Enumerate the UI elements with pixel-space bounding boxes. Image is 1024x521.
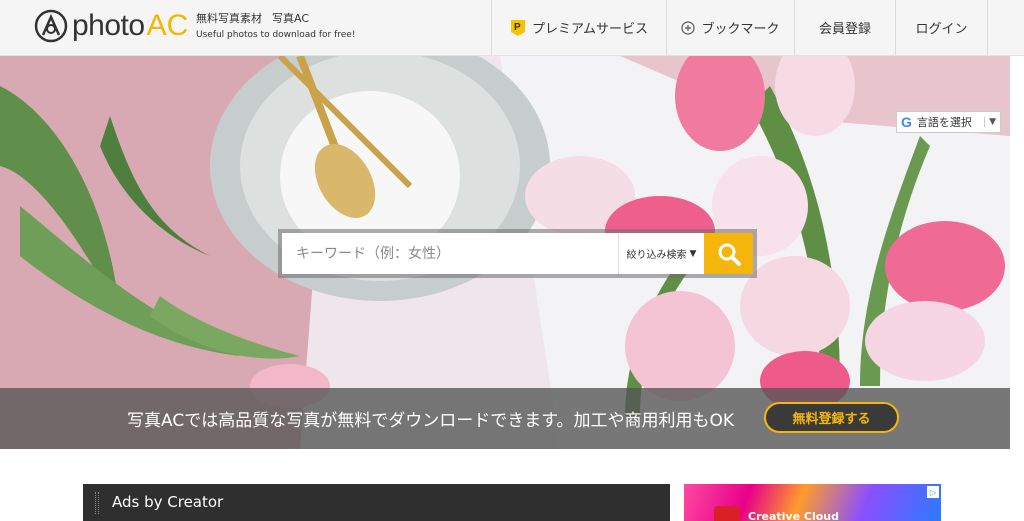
grip-icon xyxy=(95,492,99,514)
logo[interactable]: photo AC xyxy=(34,3,188,49)
search-icon xyxy=(718,243,741,266)
tagline-jp-2: 写真AC xyxy=(272,12,310,25)
creative-cloud-logo-icon xyxy=(714,506,740,521)
chevron-down-icon: ▼ xyxy=(984,117,1000,127)
main-nav: P プレミアムサービス ブックマーク 会員登録 ログイン xyxy=(491,0,988,55)
logo-photo-text: photo xyxy=(72,9,145,42)
premium-badge-icon: P xyxy=(510,19,526,37)
language-selector[interactable]: G 言語を選択 ▼ xyxy=(896,111,1001,133)
nav-login[interactable]: ログイン xyxy=(895,0,988,55)
logo-ac-text: AC xyxy=(146,9,189,42)
language-label: 言語を選択 xyxy=(916,116,972,129)
search-bar: 絞り込み検索 ▼ xyxy=(278,229,757,278)
nav-premium[interactable]: P プレミアムサービス xyxy=(491,0,666,55)
camera-logo-icon xyxy=(34,9,68,43)
plus-circle-icon xyxy=(681,20,696,35)
svg-text:P: P xyxy=(514,22,521,33)
google-icon: G xyxy=(901,114,912,130)
search-button[interactable] xyxy=(704,233,753,274)
ads-title: Ads by Creator xyxy=(112,493,224,511)
chevron-down-icon: ▼ xyxy=(689,248,697,259)
tagline: 無料写真素材 写真AC Useful photos to download for… xyxy=(196,10,355,40)
ads-panel: Ads by Creator xyxy=(83,484,670,521)
free-register-button[interactable]: 無料登録する xyxy=(764,402,899,433)
ad-banner[interactable]: ▷ Creative Cloud xyxy=(684,484,941,521)
nav-bookmark-label: ブックマーク xyxy=(701,22,780,37)
nav-bookmark[interactable]: ブックマーク xyxy=(666,0,794,55)
search-input[interactable] xyxy=(282,233,618,274)
nav-register[interactable]: 会員登録 xyxy=(794,0,895,55)
promo-message: 写真ACでは高品質な写真が無料でダウンロードできます。加工や商用利用もOK xyxy=(127,411,735,431)
filter-dropdown[interactable]: 絞り込み検索 ▼ xyxy=(618,233,704,274)
tagline-jp-1: 無料写真素材 xyxy=(196,12,262,25)
nav-premium-label: プレミアムサービス xyxy=(531,22,649,37)
filter-label: 絞り込み検索 xyxy=(626,250,687,261)
site-header: photo AC 無料写真素材 写真AC Useful photos to dow… xyxy=(0,0,1024,56)
adchoices-icon[interactable]: ▷ xyxy=(927,486,939,498)
tagline-en: Useful photos to download for free! xyxy=(196,30,356,40)
hero-banner: G 言語を選択 ▼ 絞り込み検索 ▼ 写真ACでは高品質な写真が無料でダウンロー… xyxy=(0,56,1010,449)
promo-band: 写真ACでは高品質な写真が無料でダウンロードできます。加工や商用利用もOK 無料… xyxy=(0,388,1010,449)
ad-label: Creative Cloud xyxy=(748,510,839,521)
